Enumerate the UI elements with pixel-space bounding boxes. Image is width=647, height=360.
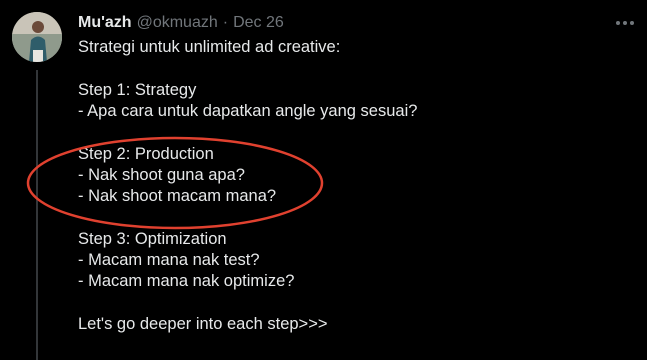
step-line: - Apa cara untuk dapatkan angle yang ses…: [78, 102, 418, 120]
step-title: Step 2: Production: [78, 145, 214, 163]
user-handle[interactable]: @okmuazh: [137, 13, 218, 33]
avatar[interactable]: [12, 12, 62, 62]
step-title: Step 1: Strategy: [78, 81, 197, 99]
tweet-outro: Let's go deeper into each step>>>: [78, 315, 328, 333]
display-name[interactable]: Mu'azh: [78, 13, 132, 33]
tweet-date[interactable]: Dec 26: [233, 13, 284, 33]
tweet[interactable]: Mu'azh @okmuazh · Dec 26 Strategi untuk …: [0, 0, 647, 360]
separator-dot: ·: [222, 14, 229, 31]
avatar-photo: [12, 12, 62, 62]
step-line: - Nak shoot macam mana?: [78, 187, 277, 205]
tweet-text: Strategi untuk unlimited ad creative: St…: [78, 37, 618, 335]
more-options-button[interactable]: [610, 10, 640, 36]
more-options-icon: [616, 21, 634, 25]
tweet-intro: Strategi untuk unlimited ad creative:: [78, 38, 341, 56]
thread-line: [36, 70, 38, 360]
step-line: - Nak shoot guna apa?: [78, 166, 245, 184]
tweet-header: Mu'azh @okmuazh · Dec 26: [78, 12, 284, 34]
step-title: Step 3: Optimization: [78, 230, 227, 248]
step-line: - Macam mana nak optimize?: [78, 272, 295, 290]
step-line: - Macam mana nak test?: [78, 251, 260, 269]
